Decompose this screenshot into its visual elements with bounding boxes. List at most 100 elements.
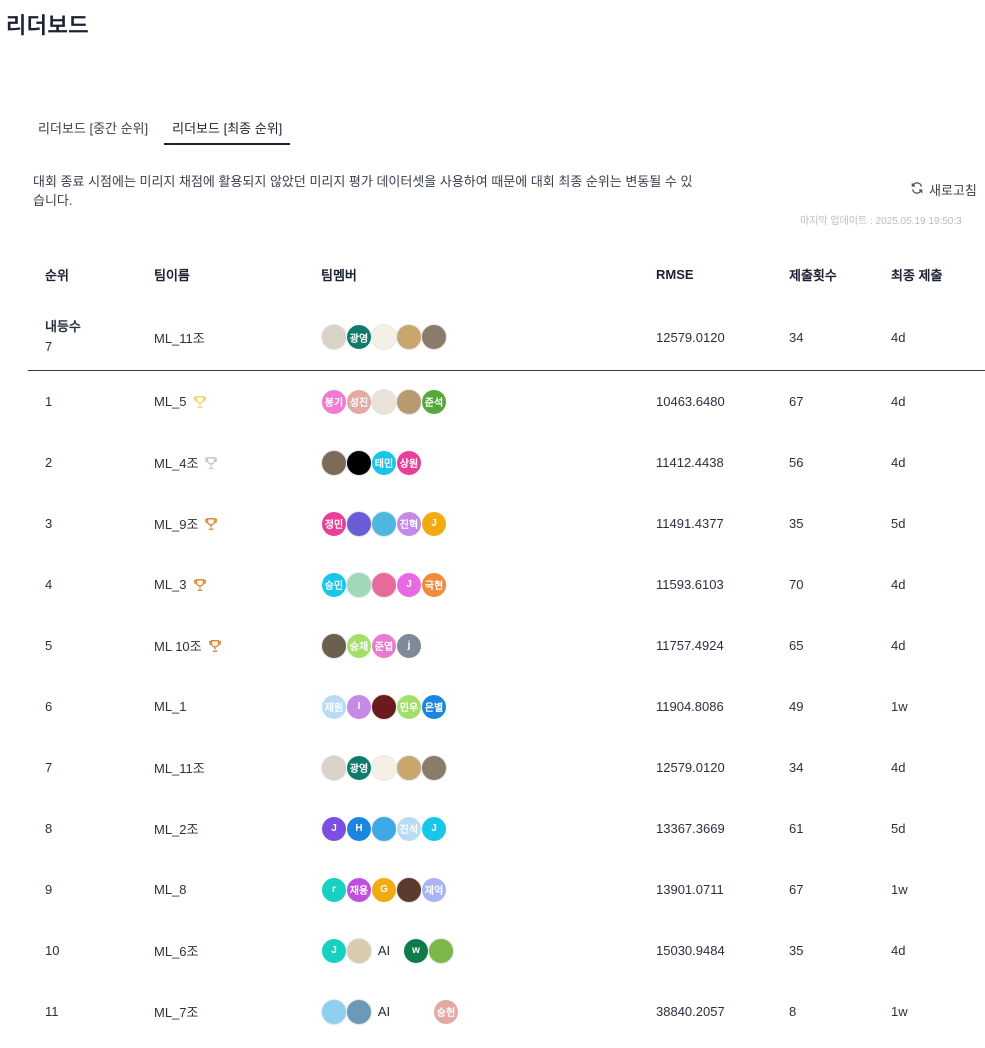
row-last-submission: 4d (891, 455, 906, 470)
header-rmse: RMSE (656, 266, 694, 282)
row-team: ML_5 (154, 394, 321, 409)
table-row: 10 ML_6조 J AI w 15030.9484 35 4d (30, 920, 985, 981)
table-row: 9 ML_8 r 재용 G 재억 13901.0711 67 1w (30, 859, 985, 920)
my-team-row: 내등수 7 ML_11조 광영 12579.0120 34 4d (30, 304, 985, 370)
member-avatar: 승헌 (433, 998, 459, 1025)
member-avatar-image (421, 324, 447, 350)
ranking-rows: 1 ML_5 봉기 성진 준석 10463.6480 67 4d 2 ML_4조 태민 상원 11412… (30, 371, 985, 1042)
member-avatar-image (428, 937, 454, 964)
row-team: ML_6조 (154, 941, 321, 960)
team-name: ML_2조 (154, 822, 199, 837)
member-avatar-image (371, 571, 397, 598)
row-team: ML_9조 (154, 514, 321, 533)
my-team-name: ML_11조 (154, 330, 205, 346)
member-avatar-image (346, 998, 372, 1025)
row-last-submission: 1w (891, 699, 908, 714)
member-avatar-image (396, 388, 422, 415)
member-avatar: 상원 (396, 449, 422, 476)
row-members: 승민 J 국현 (321, 571, 656, 598)
team-name: ML_4조 (154, 456, 199, 471)
row-rmse: 13367.3669 (656, 821, 725, 836)
row-rank: 5 (45, 638, 53, 653)
member-avatar-image (346, 571, 372, 598)
team-name: ML_5 (154, 394, 187, 409)
member-avatar-image (396, 876, 422, 903)
table-row: 1 ML_5 봉기 성진 준석 10463.6480 67 4d (30, 371, 985, 432)
row-team: ML 10조 (154, 636, 321, 655)
row-rank: 2 (45, 455, 53, 470)
team-name: ML_8 (154, 882, 187, 897)
member-avatar: J (321, 937, 347, 964)
member-avatar-image (396, 754, 422, 781)
member-avatar: 봉기 (321, 388, 347, 415)
member-avatar: 승채 (346, 632, 372, 659)
member-avatar: 민우 (396, 693, 422, 720)
table-row: 11 ML_7조 AI 승헌 38840.2057 8 1w (30, 981, 985, 1042)
row-members: 태민 상원 (321, 449, 656, 476)
row-rmse: 38840.2057 (656, 1004, 725, 1019)
trophy-bronze-icon (208, 639, 222, 653)
row-rank: 9 (45, 882, 53, 897)
member-avatar-image (321, 449, 347, 476)
member-avatar-image (371, 324, 397, 350)
my-team-last: 4d (891, 329, 906, 345)
member-avatar-image (321, 998, 347, 1025)
member-avatar-image (371, 754, 397, 781)
member-avatar: 재용 (346, 876, 372, 903)
member-avatar-text: AI (377, 1004, 391, 1019)
member-avatar: 광영 (346, 754, 372, 781)
row-last-submission: 4d (891, 394, 906, 409)
row-rank: 10 (45, 943, 60, 958)
member-avatar: J (421, 510, 447, 537)
row-rmse: 11757.4924 (656, 638, 724, 653)
member-avatar: 정민 (321, 510, 347, 537)
header-last-submission: 최종 제출 (891, 267, 943, 283)
refresh-button[interactable]: 새로고침 (910, 180, 977, 199)
table-row: 6 ML_1 재원 I 민우 은별 11904.8086 49 1w (30, 676, 985, 737)
row-last-submission: 5d (891, 821, 906, 836)
member-avatar-image (371, 815, 397, 842)
row-rmse: 10463.6480 (656, 394, 725, 409)
row-rmse: 11412.4438 (656, 455, 724, 470)
member-avatar-image (346, 449, 372, 476)
table-row: 8 ML_2조 J H 진석 J 13367.3669 61 5d (30, 798, 985, 859)
my-rank-value: 7 (45, 339, 53, 354)
member-avatar: 준엽 (371, 632, 397, 659)
row-submission-count: 35 (789, 943, 804, 958)
tab-final-ranking[interactable]: 리더보드 [최종 순위] (164, 112, 291, 145)
member-avatar-image (346, 937, 372, 964)
row-team: ML_1 (154, 699, 321, 714)
row-team: ML_4조 (154, 453, 321, 472)
member-avatar: w (403, 937, 429, 964)
member-avatar-image (421, 754, 447, 781)
member-avatar: 국현 (421, 571, 447, 598)
row-team: ML_2조 (154, 819, 321, 838)
trophy-gold-icon (193, 395, 207, 409)
my-rank-label: 내등수 (45, 319, 81, 334)
table-row: 7 ML_11조 광영 12579.0120 34 4d (30, 737, 985, 798)
row-rmse: 13901.0711 (656, 882, 724, 897)
row-last-submission: 4d (891, 577, 906, 592)
row-rmse: 15030.9484 (656, 943, 725, 958)
tab-interim-ranking[interactable]: 리더보드 [중간 순위] (30, 112, 156, 145)
member-avatar: j (396, 632, 422, 659)
member-avatar: 재원 (321, 693, 347, 720)
row-rmse: 11593.6103 (656, 577, 724, 592)
row-submission-count: 49 (789, 699, 804, 714)
row-submission-count: 65 (789, 638, 804, 653)
row-submission-count: 67 (789, 394, 804, 409)
table-header: 순위 팀이름 팀멤버 RMSE 제출횟수 최종 제출 (30, 244, 985, 304)
member-avatar: 준석 (421, 388, 447, 415)
member-avatar-image (321, 324, 347, 350)
member-avatar-image (371, 510, 397, 537)
my-team-members: 광영 (321, 324, 656, 350)
row-last-submission: 4d (891, 760, 906, 775)
row-rank: 1 (45, 394, 53, 409)
member-avatar: 진혁 (396, 510, 422, 537)
row-team: ML_8 (154, 882, 321, 897)
member-avatar: 은별 (421, 693, 447, 720)
row-rank: 7 (45, 760, 53, 775)
member-avatar: H (346, 815, 372, 842)
member-avatar: J (396, 571, 422, 598)
row-rmse: 12579.0120 (656, 760, 725, 775)
